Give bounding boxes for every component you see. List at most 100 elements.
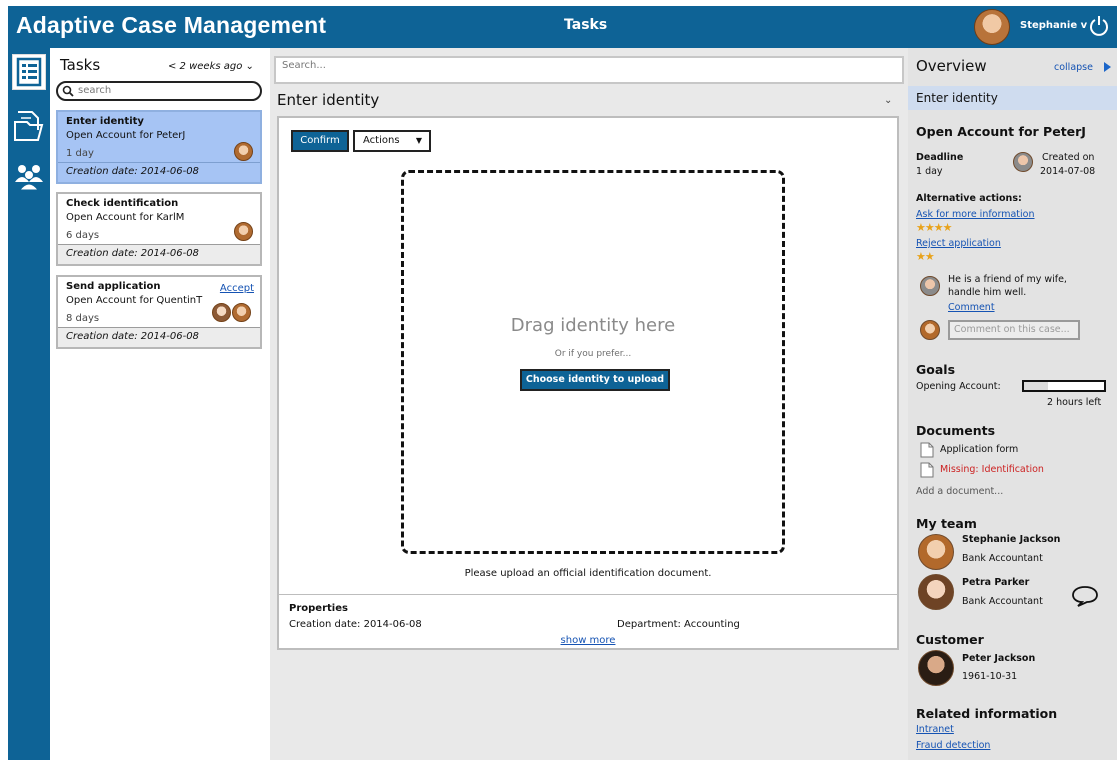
comment-placeholder: Comment on this case... [954, 324, 1070, 335]
team-member-avatar [918, 534, 954, 570]
property-department: Department: Accounting [617, 619, 740, 630]
case-creator-avatar [1013, 152, 1033, 172]
task-age: 1 day [66, 148, 94, 159]
current-task-label: Enter identity [908, 86, 1117, 110]
cases-nav-button[interactable] [12, 108, 46, 144]
deadline-label: Deadline [916, 152, 964, 163]
reject-application-link[interactable]: Reject application [916, 238, 1001, 249]
assignee-avatar [234, 222, 253, 241]
task-name: Send application [66, 281, 161, 292]
chat-bubble-icon[interactable] [1070, 584, 1100, 608]
assignee-avatar [234, 142, 253, 161]
created-label: Created on [1042, 152, 1095, 163]
properties-section: Properties Creation date: 2014-06-08 Dep… [279, 594, 897, 650]
commenter-avatar [920, 276, 940, 296]
task-age: 8 days [66, 313, 100, 324]
date-filter-label: < 2 weeks ago [168, 61, 243, 72]
goal-label: Opening Account: [916, 381, 1001, 392]
task-search-placeholder: search [78, 85, 112, 96]
drop-zone-title: Drag identity here [510, 315, 676, 336]
comment-link[interactable]: Comment [948, 302, 995, 313]
accept-task-link[interactable]: Accept [220, 283, 254, 294]
task-subtitle: Open Account for KarlM [66, 212, 185, 223]
customer-title: Customer [916, 632, 984, 647]
task-card-send-application[interactable]: Send application Accept Open Account for… [56, 275, 262, 349]
actions-dropdown[interactable]: Actions ▼ [353, 130, 431, 152]
properties-title: Properties [289, 603, 348, 614]
task-title: Enter identity [277, 91, 380, 109]
team-title: My team [916, 516, 977, 531]
overview-sidebar: Overview collapse Enter identity Open Ac… [908, 48, 1117, 760]
team-member-role: Bank Accountant [962, 596, 1043, 607]
team-member-name: Stephanie Jackson [962, 534, 1061, 545]
task-creation-date: Creation date: 2014-06-08 [58, 327, 260, 347]
comment-text-line-1: He is a friend of my wife, [948, 274, 1067, 285]
collapse-link[interactable]: collapse [1054, 62, 1093, 73]
user-avatar[interactable] [974, 9, 1010, 45]
task-creation-date: Creation date: 2014-06-08 [58, 244, 260, 264]
task-list-panel: Tasks < 2 weeks ago ⌄ search Enter ident… [50, 48, 270, 760]
team-nav-button[interactable] [12, 160, 46, 196]
documents-title: Documents [916, 423, 996, 438]
rating-stars-4: ★★★★ [916, 221, 952, 234]
task-search-input[interactable]: search [56, 81, 262, 101]
chevron-down-icon[interactable]: ⌄ [884, 95, 892, 106]
goals-title: Goals [916, 362, 956, 377]
identity-drop-zone[interactable]: Drag identity here Or if you prefer... C… [401, 170, 785, 554]
task-card-check-identification[interactable]: Check identification Open Account for Ka… [56, 192, 262, 266]
created-value: 2014-07-08 [1040, 166, 1096, 177]
collapse-arrow-icon[interactable] [1104, 62, 1111, 72]
case-title: Open Account for PeterJ [916, 124, 1086, 139]
related-info-title: Related information [916, 706, 1058, 721]
ask-more-info-link[interactable]: Ask for more information [916, 209, 1035, 220]
task-subtitle: Open Account for PeterJ [66, 130, 186, 141]
alternative-actions-label: Alternative actions: [916, 193, 1022, 204]
candidate-avatar [232, 303, 251, 322]
document-icon [920, 462, 934, 478]
nav-rail [8, 48, 50, 760]
customer-avatar [918, 650, 954, 686]
task-creation-date: Creation date: 2014-06-08 [58, 162, 260, 182]
intranet-link[interactable]: Intranet [916, 724, 954, 735]
document-application-form[interactable]: Application form [940, 444, 1018, 455]
property-creation-date: Creation date: 2014-06-08 [289, 619, 422, 630]
folder-documents-icon [14, 111, 44, 141]
tasks-heading: Tasks [60, 56, 101, 74]
team-member-name: Petra Parker [962, 577, 1030, 588]
show-more-link[interactable]: show more [279, 635, 897, 646]
task-form-panel: Confirm Actions ▼ Drag identity here Or … [277, 116, 899, 650]
task-card-enter-identity[interactable]: Enter identity Open Account for PeterJ 1… [56, 110, 262, 184]
team-icon [15, 165, 43, 191]
date-filter-dropdown[interactable]: < 2 weeks ago ⌄ [168, 61, 254, 72]
candidate-avatar [212, 303, 231, 322]
rating-stars-2: ★★ [916, 250, 935, 263]
power-icon[interactable] [1088, 14, 1110, 38]
tasks-nav-button[interactable] [12, 54, 46, 90]
customer-dob: 1961-10-31 [962, 671, 1018, 682]
search-icon [62, 85, 74, 97]
app-title: Adaptive Case Management [16, 12, 327, 38]
page-title: Tasks [564, 17, 608, 33]
add-document-link[interactable]: Add a document... [916, 486, 1003, 497]
task-name: Enter identity [66, 116, 144, 127]
task-age: 6 days [66, 230, 100, 241]
customer-name: Peter Jackson [962, 653, 1036, 664]
document-icon [920, 442, 934, 458]
team-member-avatar [918, 574, 954, 610]
user-name[interactable]: Stephanie v [1020, 20, 1087, 31]
fraud-detection-link[interactable]: Fraud detection [916, 740, 990, 751]
chevron-down-icon: ⌄ [245, 61, 254, 72]
global-search-placeholder: Search... [282, 60, 326, 71]
deadline-value: 1 day [916, 166, 943, 177]
caret-down-icon: ▼ [415, 136, 422, 145]
global-search-input[interactable]: Search... [274, 56, 904, 84]
upload-identity-button[interactable]: Choose identity to upload [520, 369, 670, 391]
confirm-button[interactable]: Confirm [291, 130, 349, 152]
comment-input[interactable]: Comment on this case... [948, 320, 1080, 340]
actions-label: Actions [363, 135, 400, 146]
document-missing-identification[interactable]: Missing: Identification [940, 464, 1044, 475]
app-header: Adaptive Case Management Tasks Stephanie… [8, 6, 1117, 48]
goal-time-left: 2 hours left [1047, 397, 1102, 408]
current-user-avatar [920, 320, 940, 340]
task-name: Check identification [66, 198, 179, 209]
